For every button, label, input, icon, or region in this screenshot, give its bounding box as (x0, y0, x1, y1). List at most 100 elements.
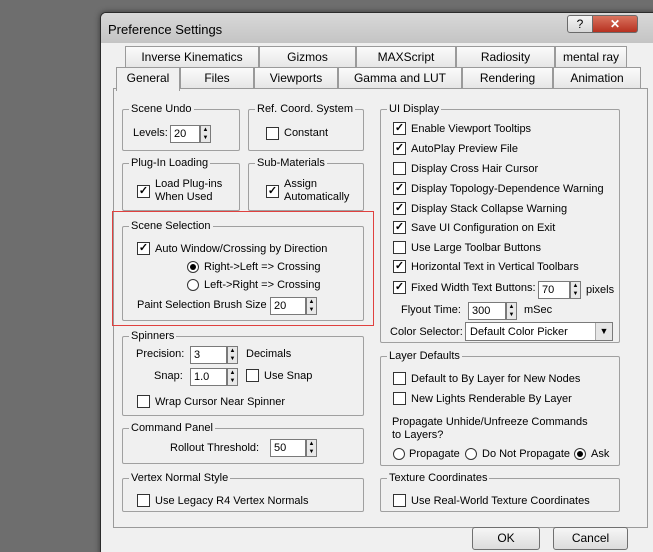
propagate-label: Propagate (409, 448, 460, 460)
scene-undo-title: Scene Undo (131, 103, 192, 115)
tab-gizmos[interactable]: Gizmos (259, 46, 356, 67)
msec-label: mSec (524, 304, 553, 316)
color-selector-dropdown[interactable]: Default Color Picker ▼ (465, 322, 613, 341)
load-plugins-label-1: Load Plug-ins (155, 178, 223, 190)
pixels-label: pixels (586, 284, 615, 296)
help-button[interactable]: ? (567, 15, 593, 33)
texture-coordinates-title: Texture Coordinates (389, 472, 488, 484)
ui-display-item: Display Topology-Dependence Warning (411, 183, 604, 195)
spinners-title: Spinners (131, 330, 175, 342)
assign-automatically-checkbox[interactable]: ✓ (266, 185, 279, 198)
color-selector-label: Color Selector: (390, 326, 463, 338)
wrap-cursor-label: Wrap Cursor Near Spinner (155, 396, 286, 408)
tab-radiosity[interactable]: Radiosity (456, 46, 555, 67)
constant-label: Constant (284, 127, 329, 139)
plugin-loading-title: Plug-In Loading (131, 157, 209, 169)
brush-size-value[interactable]: 20 (270, 297, 306, 315)
chevron-down-icon[interactable]: ▼ (595, 323, 612, 340)
close-button[interactable]: ✕ (592, 15, 638, 33)
levels-spinner[interactable]: 20 ▲ ▼ (170, 125, 212, 143)
tab-mental-ray[interactable]: mental ray (555, 46, 627, 67)
constant-checkbox[interactable] (266, 127, 279, 140)
spinner-arrows-icon[interactable]: ▲ ▼ (306, 297, 317, 315)
save-ui-config-checkbox[interactable]: ✓ (393, 221, 406, 234)
new-lights-renderable-checkbox[interactable] (393, 392, 406, 405)
tab-files[interactable]: Files (180, 67, 254, 88)
auto-window-crossing-label: Auto Window/Crossing by Direction (155, 243, 328, 255)
fixed-width-spinner[interactable]: 70 ▲ ▼ (538, 281, 582, 299)
propagate-question-2: to Layers? (392, 429, 444, 441)
real-world-texture-label: Use Real-World Texture Coordinates (411, 495, 590, 507)
tab-rendering[interactable]: Rendering (462, 67, 553, 88)
ref-coord-title: Ref. Coord. System (257, 103, 353, 115)
spinner-arrows-icon[interactable]: ▲ ▼ (227, 346, 238, 364)
fixed-width-buttons-checkbox[interactable]: ✓ (393, 281, 406, 294)
large-toolbar-buttons-checkbox[interactable] (393, 241, 406, 254)
fixed-width-value[interactable]: 70 (538, 281, 570, 299)
command-panel-title: Command Panel (131, 422, 213, 434)
auto-window-crossing-checkbox[interactable]: ✓ (137, 242, 150, 255)
right-left-crossing-label: Right->Left => Crossing (204, 261, 321, 273)
tab-animation[interactable]: Animation (553, 67, 641, 88)
enable-viewport-tooltips-checkbox[interactable]: ✓ (393, 122, 406, 135)
load-plugins-checkbox[interactable]: ✓ (137, 185, 150, 198)
right-left-crossing-radio[interactable] (187, 261, 199, 273)
levels-label: Levels: (133, 127, 168, 139)
rollout-threshold-label: Rollout Threshold: (170, 442, 260, 454)
spinner-arrows-icon[interactable]: ▲ ▼ (570, 281, 581, 299)
sub-materials-title: Sub-Materials (257, 157, 325, 169)
snap-label: Snap: (154, 370, 183, 382)
window-title: Preference Settings (108, 22, 223, 37)
horizontal-text-checkbox[interactable]: ✓ (393, 260, 406, 273)
flyout-time-value[interactable]: 300 (468, 302, 506, 320)
left-right-crossing-label: Left->Right => Crossing (204, 279, 321, 291)
snap-value[interactable]: 1.0 (190, 368, 227, 386)
topology-warning-checkbox[interactable]: ✓ (393, 182, 406, 195)
ok-button[interactable]: OK (472, 527, 540, 550)
assign-label-2: Automatically (284, 191, 350, 203)
autoplay-preview-checkbox[interactable]: ✓ (393, 142, 406, 155)
cross-hair-cursor-checkbox[interactable] (393, 162, 406, 175)
flyout-time-spinner[interactable]: 300 ▲ ▼ (468, 302, 518, 320)
left-right-crossing-radio[interactable] (187, 279, 199, 291)
ui-display-item: Display Cross Hair Cursor (411, 163, 539, 175)
ui-display-item: AutoPlay Preview File (411, 143, 518, 155)
do-not-propagate-radio[interactable] (465, 448, 477, 460)
tab-general[interactable]: General (116, 67, 180, 91)
use-snap-label: Use Snap (264, 370, 313, 382)
fixed-width-label: Fixed Width Text Buttons: (411, 282, 536, 294)
tab-inverse-kinematics[interactable]: Inverse Kinematics (125, 46, 259, 67)
snap-spinner[interactable]: 1.0 ▲ ▼ (190, 368, 239, 386)
spinner-arrows-icon[interactable]: ▲ ▼ (200, 125, 211, 143)
precision-value[interactable]: 3 (190, 346, 227, 364)
rollout-threshold-spinner[interactable]: 50 ▲ ▼ (270, 439, 318, 457)
levels-value[interactable]: 20 (170, 125, 200, 143)
load-plugins-label-2: When Used (155, 191, 213, 203)
do-not-propagate-label: Do Not Propagate (482, 448, 571, 460)
cancel-button[interactable]: Cancel (553, 527, 628, 550)
real-world-texture-checkbox[interactable] (393, 494, 406, 507)
spinner-arrows-icon[interactable]: ▲ ▼ (506, 302, 517, 320)
legacy-vertex-normals-checkbox[interactable] (137, 494, 150, 507)
rollout-threshold-value[interactable]: 50 (270, 439, 306, 457)
legacy-vertex-normals-label: Use Legacy R4 Vertex Normals (155, 495, 309, 507)
new-lights-renderable-label: New Lights Renderable By Layer (411, 393, 572, 405)
tab-maxscript[interactable]: MAXScript (356, 46, 456, 67)
tab-viewports[interactable]: Viewports (254, 67, 338, 88)
assign-label-1: Assign (284, 178, 318, 190)
wrap-cursor-checkbox[interactable] (137, 395, 150, 408)
spinner-arrows-icon[interactable]: ▲ ▼ (227, 368, 238, 386)
flyout-time-label: Flyout Time: (401, 304, 461, 316)
default-by-layer-checkbox[interactable] (393, 372, 406, 385)
propagate-question-1: Propagate Unhide/Unfreeze Commands (392, 416, 588, 428)
spinner-arrows-icon[interactable]: ▲ ▼ (306, 439, 317, 457)
brush-size-spinner[interactable]: 20 ▲ ▼ (270, 297, 318, 315)
ui-display-item: Horizontal Text in Vertical Toolbars (411, 261, 579, 273)
precision-spinner[interactable]: 3 ▲ ▼ (190, 346, 239, 364)
propagate-radio[interactable] (393, 448, 405, 460)
stack-collapse-warning-checkbox[interactable]: ✓ (393, 202, 406, 215)
ask-radio[interactable] (574, 448, 586, 460)
tab-gamma-and-lut[interactable]: Gamma and LUT (338, 67, 462, 88)
ui-display-item: Enable Viewport Tooltips (411, 123, 532, 135)
use-snap-checkbox[interactable] (246, 369, 259, 382)
